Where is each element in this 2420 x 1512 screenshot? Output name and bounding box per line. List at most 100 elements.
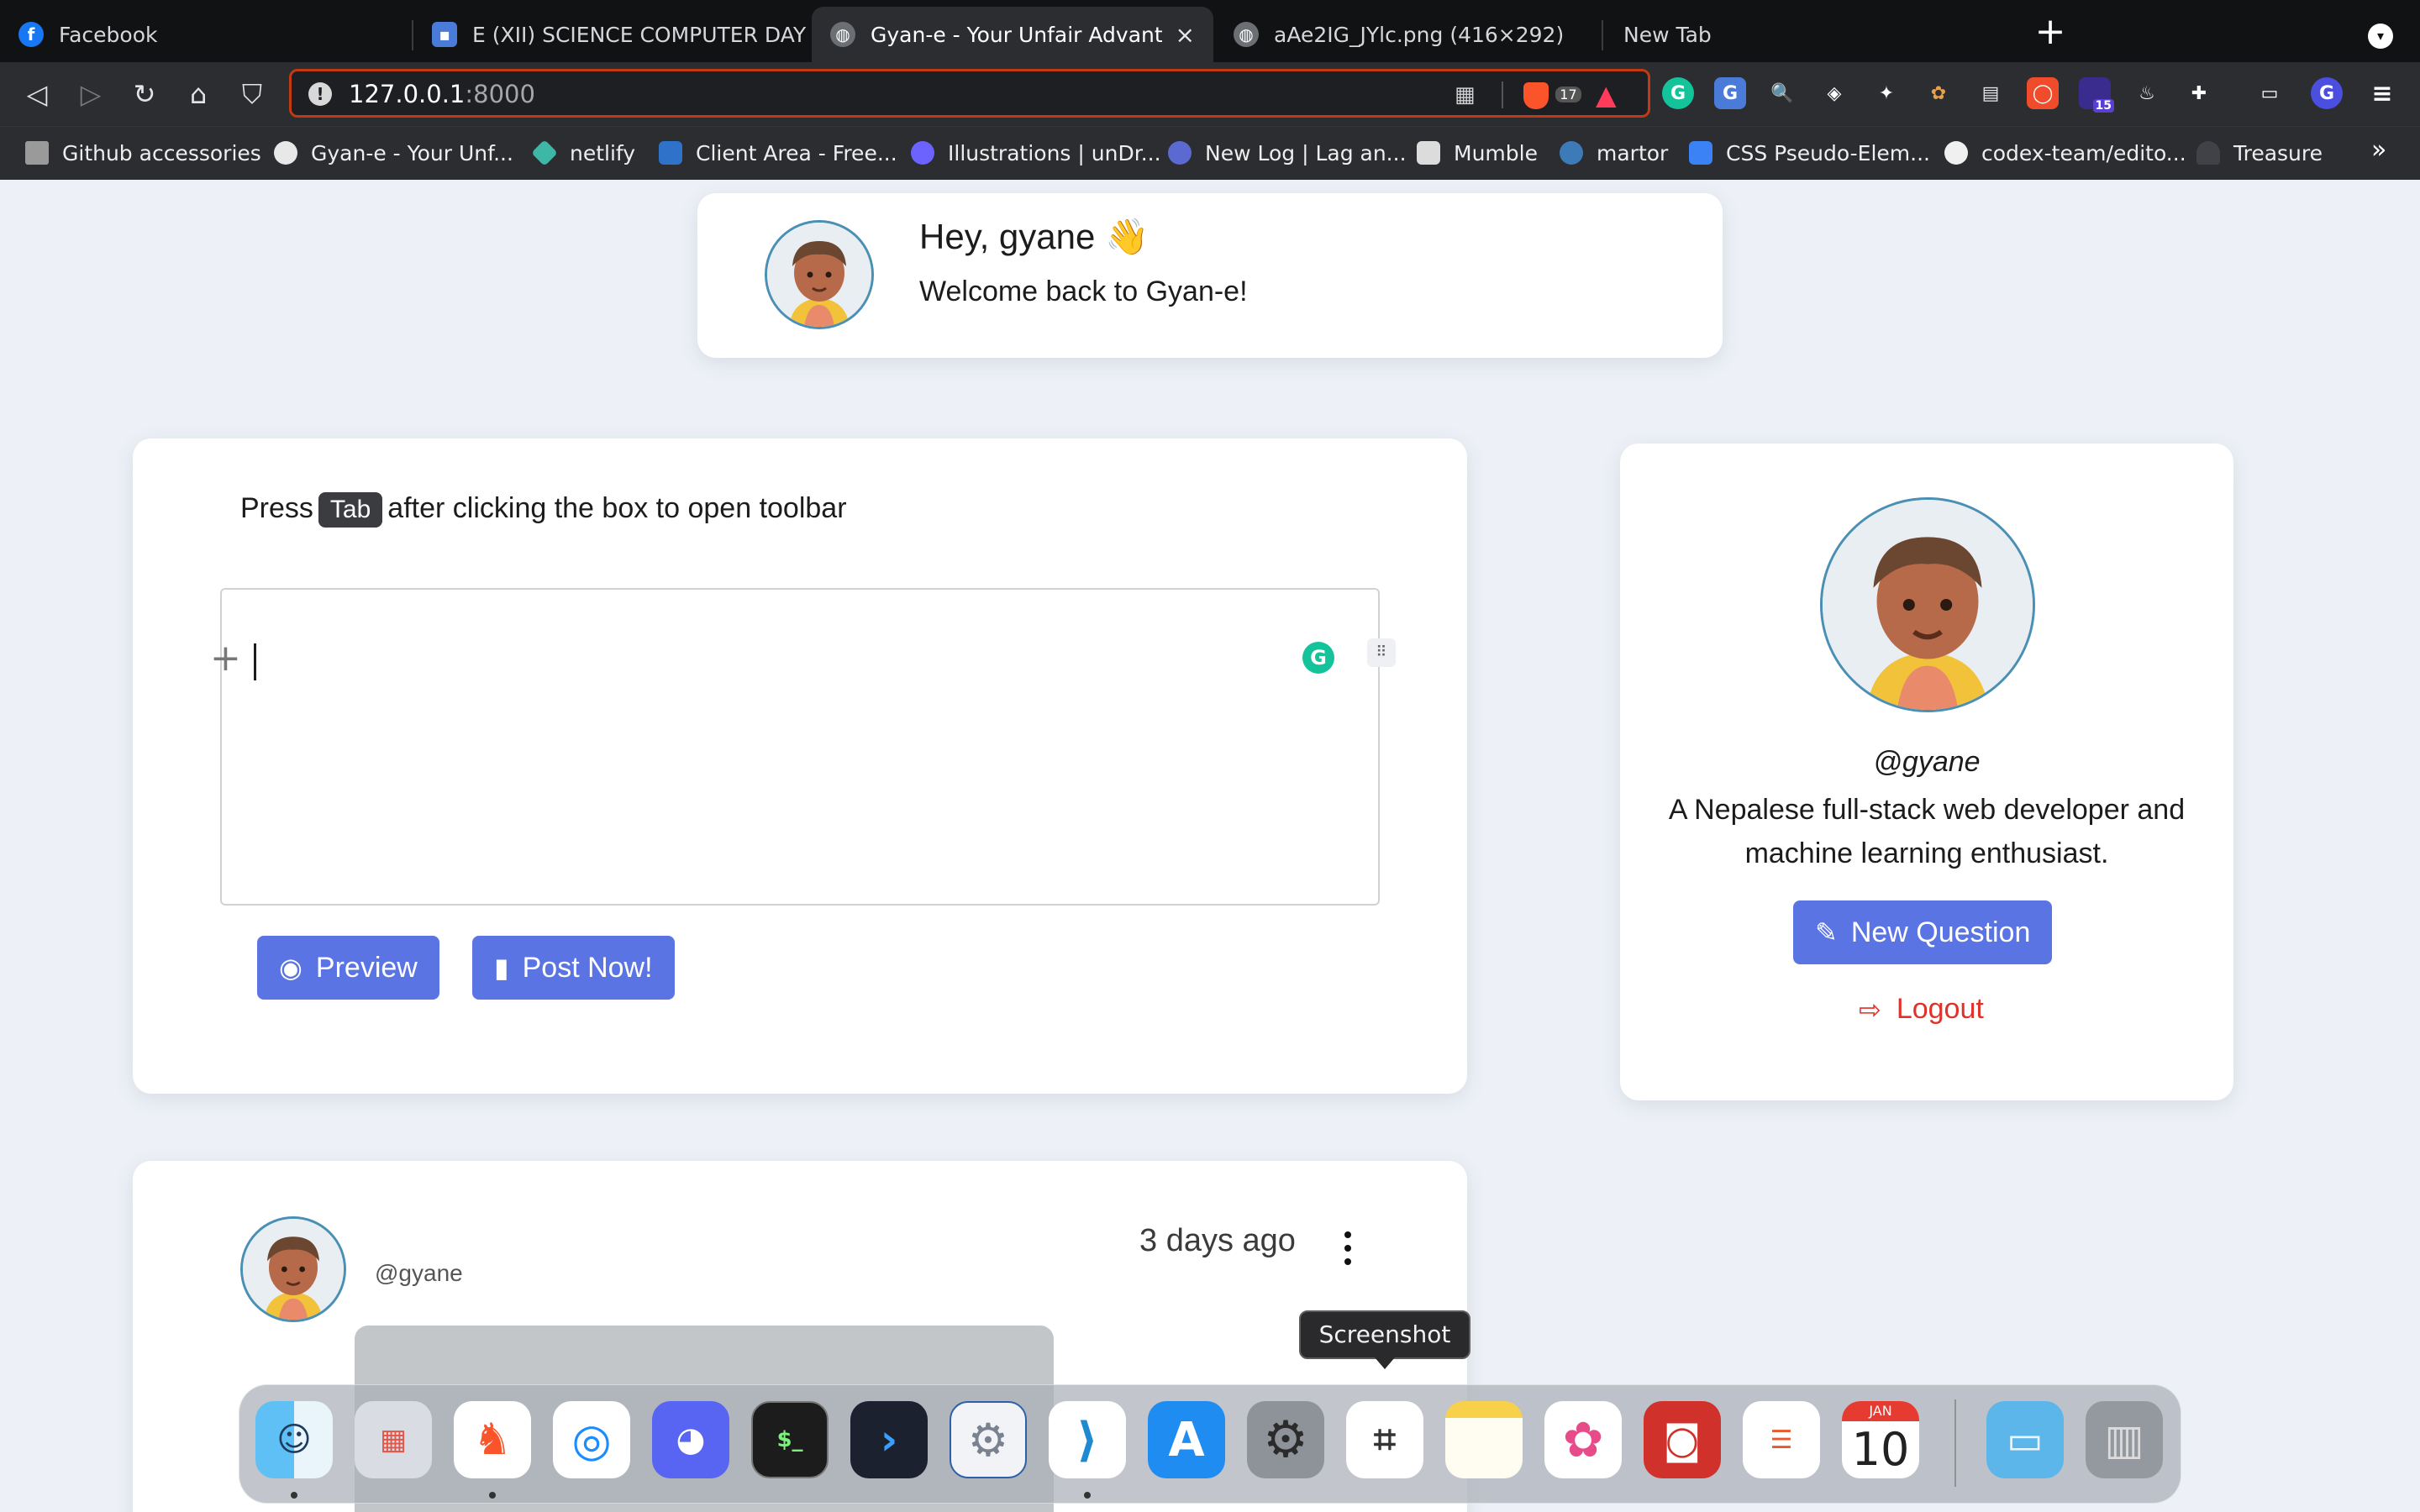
bookmark-treasure[interactable]: Treasure — [2196, 139, 2323, 167]
brave-browser-icon[interactable]: ♞ — [454, 1401, 531, 1478]
reload-icon[interactable]: ↻ — [126, 76, 163, 113]
address-url: 127.0.0.1:8000 — [349, 80, 535, 108]
post-author-username[interactable]: @gyane — [375, 1260, 463, 1287]
dock-tooltip: Screenshot — [1299, 1310, 1470, 1369]
sign-out-icon: ⇨ — [1859, 994, 1881, 1025]
safari-icon[interactable]: ◎ — [553, 1401, 630, 1478]
terminal-icon[interactable]: $_ — [751, 1401, 829, 1478]
post-timestamp: 3 days ago — [1139, 1223, 1296, 1258]
folder-icon — [25, 141, 49, 165]
more-options-icon[interactable] — [1338, 1231, 1358, 1265]
browser-toolbar: ◁ ▷ ↻ ⌂ ⛉ ! 127.0.0.1:8000 ▦ 17 ▲ G G 🔍 … — [0, 62, 2420, 126]
app-store-icon[interactable]: A — [1148, 1401, 1225, 1478]
wallet-icon[interactable]: ▭ — [2254, 77, 2286, 109]
bookmark-new-log[interactable]: New Log | Lag an... — [1168, 139, 1407, 167]
new-question-button[interactable]: ✎ New Question — [1793, 900, 2053, 964]
tab-facebook[interactable]: f Facebook — [0, 7, 412, 62]
bookmarks-overflow-icon[interactable]: » — [2371, 135, 2386, 165]
bookmark-github-accessories[interactable]: Github accessories — [25, 139, 261, 167]
tab-png-image[interactable]: ◍ aAe2IG_JYlc.png (416×292) — [1215, 7, 1602, 62]
discord-icon[interactable]: ◕ — [652, 1401, 729, 1478]
add-block-icon[interactable]: + — [210, 638, 241, 679]
photos-icon[interactable]: ✿ — [1544, 1401, 1622, 1478]
menu-icon[interactable]: ≡ — [2366, 77, 2398, 109]
site-info-icon[interactable]: ! — [308, 82, 332, 106]
python-icon — [1560, 141, 1583, 165]
bookmark-icon[interactable]: ⛉ — [234, 76, 271, 113]
new-tab-button[interactable]: + — [2033, 13, 2067, 50]
bookmark-illustrations[interactable]: Illustrations | unDr... — [911, 139, 1161, 167]
profile-icon[interactable]: G — [2311, 77, 2343, 109]
tab-divider — [1602, 20, 1603, 50]
system-settings-icon[interactable]: ⚙ — [950, 1401, 1027, 1478]
drag-handle-icon[interactable]: ⠿ — [1367, 638, 1396, 667]
grammarly-icon[interactable]: G — [1302, 642, 1334, 674]
system-preferences-icon[interactable]: ⚙ — [1247, 1401, 1324, 1478]
dock-divider — [1954, 1399, 1956, 1487]
launchpad-icon[interactable]: ▦ — [355, 1401, 432, 1478]
vscode-icon[interactable]: ⟩ — [1049, 1401, 1126, 1478]
back-icon[interactable]: ◁ — [18, 76, 55, 113]
finder-icon[interactable]: ☺ — [255, 1401, 333, 1478]
bookmark-css-pseudo[interactable]: CSS Pseudo-Elem... — [1689, 139, 1930, 167]
wappalyzer-icon[interactable]: 15 — [2079, 77, 2114, 113]
log-icon — [1168, 141, 1192, 165]
mumble-icon — [1417, 141, 1440, 165]
brave-shields-icon[interactable]: 17 — [1523, 80, 1581, 110]
qr-code-icon[interactable]: ▦ — [1455, 80, 1476, 110]
globe-icon — [274, 141, 297, 165]
photo-booth-icon[interactable]: ◙ — [1644, 1401, 1721, 1478]
tab-new-tab[interactable]: New Tab — [1605, 7, 2008, 62]
fire-extension-icon[interactable]: ♨ — [2131, 77, 2163, 109]
address-divider — [1502, 81, 1503, 108]
extensions-puzzle-icon[interactable]: ✚ — [2183, 77, 2215, 109]
grammarly-icon[interactable]: G — [1662, 77, 1694, 109]
home-icon[interactable]: ⌂ — [180, 76, 217, 113]
avatar-illustration — [1823, 500, 2033, 710]
welcome-subtitle: Welcome back to Gyan-e! — [919, 276, 1248, 307]
record-extension-icon[interactable]: ◯ — [2027, 77, 2059, 109]
document-extension-icon[interactable]: ▤ — [1975, 77, 2007, 109]
notes-icon[interactable] — [1445, 1401, 1523, 1478]
tab-key-badge: Tab — [318, 492, 383, 528]
github-icon — [1944, 141, 1968, 165]
tab-label: Gyan-e - Your Unfair Advantage — [871, 22, 1162, 47]
bookmarks-bar: Github accessories Gyan-e - Your Unf... … — [0, 126, 2420, 180]
calendar-icon[interactable]: JAN 10 — [1842, 1401, 1919, 1478]
translate-icon[interactable]: G — [1714, 77, 1746, 109]
bookmark-mumble[interactable]: Mumble — [1417, 139, 1538, 167]
magnifier-extension-icon[interactable]: 🔍 — [1766, 77, 1798, 109]
pinned-extension-icon[interactable]: ✦ — [1870, 77, 1902, 109]
address-bar[interactable]: ! 127.0.0.1:8000 ▦ 17 ▲ — [289, 69, 1650, 118]
avatar-illustration — [243, 1219, 344, 1320]
screenshot-icon[interactable]: ⌗ — [1346, 1401, 1423, 1478]
tab-science-computer-day[interactable]: ▪ E (XII) SCIENCE COMPUTER DAY — [413, 7, 808, 62]
bookmark-client-area[interactable]: Client Area - Free... — [659, 139, 897, 167]
profile-bio: A Nepalese full-stack web developer and … — [1668, 794, 2186, 869]
trash-icon[interactable]: ▥ — [2086, 1401, 2163, 1478]
forward-icon[interactable]: ▷ — [72, 76, 109, 113]
bookmark-codex-team[interactable]: codex-team/edito... — [1944, 139, 2186, 167]
comment-icon: ▮ — [494, 953, 509, 983]
profile-handle: @gyane — [1873, 746, 1981, 778]
bookmark-gyan-e[interactable]: Gyan-e - Your Unf... — [274, 139, 513, 167]
tab-gyan-e[interactable]: ◍ Gyan-e - Your Unfair Advantage × — [812, 7, 1213, 62]
downloads-folder-icon[interactable]: ▭ — [1986, 1401, 2064, 1478]
reminders-icon[interactable]: ☰ — [1743, 1401, 1820, 1478]
tab-label: E (XII) SCIENCE COMPUTER DAY — [472, 22, 807, 47]
profile-avatar — [1820, 497, 2035, 712]
color-picker-icon[interactable]: ◈ — [1818, 77, 1850, 109]
brave-rewards-icon[interactable]: ▲ — [1596, 80, 1617, 110]
bookmark-martor[interactable]: martor — [1560, 139, 1668, 167]
post-now-button[interactable]: ▮ Post Now! — [472, 936, 675, 1000]
tab-label: New Tab — [1623, 22, 1712, 47]
post-author-avatar[interactable] — [240, 1216, 346, 1322]
logout-link[interactable]: ⇨ Logout — [1859, 993, 1984, 1026]
post-editor[interactable] — [220, 588, 1380, 906]
tab-search-icon[interactable]: ▾ — [2368, 24, 2393, 49]
cookie-icon[interactable]: ✿ — [1923, 77, 1954, 109]
preview-button[interactable]: ◉ Preview — [257, 936, 439, 1000]
powershell-icon[interactable]: › — [850, 1401, 928, 1478]
close-tab-icon[interactable]: × — [1176, 21, 1195, 49]
bookmark-netlify[interactable]: netlify — [531, 139, 635, 167]
